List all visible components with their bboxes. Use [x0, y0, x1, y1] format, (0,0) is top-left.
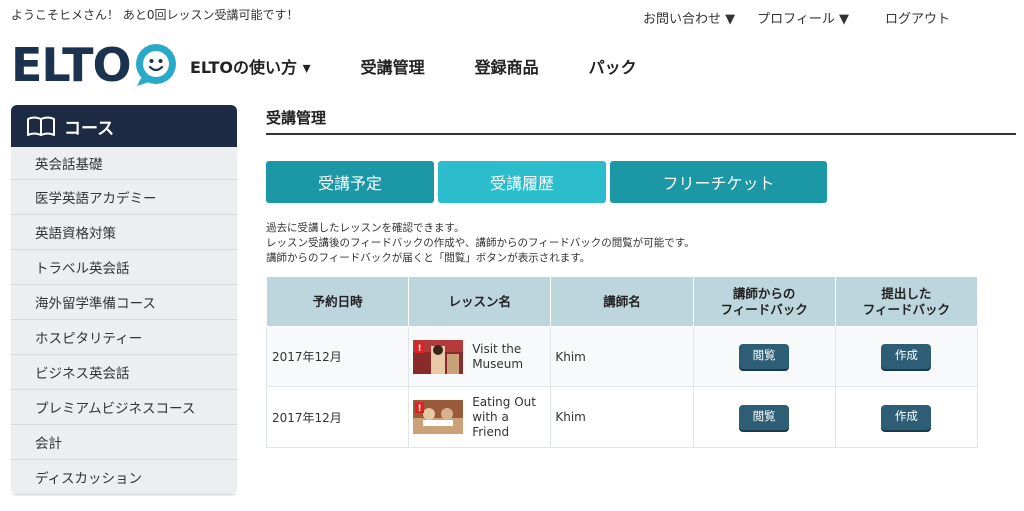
smiley-face-icon: [135, 44, 176, 86]
book-icon: [27, 116, 55, 136]
sidebar-item-hospitality[interactable]: ホスピタリティー: [11, 320, 237, 355]
elto-logo[interactable]: ELTO: [11, 40, 179, 90]
nav-lesson-management[interactable]: 受講管理: [361, 54, 425, 78]
create-feedback-button[interactable]: 作成: [881, 344, 932, 369]
tab-free-ticket[interactable]: フリーチケット: [610, 161, 827, 203]
lesson-thumbnail-icon[interactable]: !: [413, 339, 464, 374]
description-line: 過去に受講したレッスンを確認できます。: [266, 222, 465, 234]
welcome-message: ようこそヒメさん！ あと0回レッスン受講可能です！: [11, 8, 299, 22]
top-nav: お問い合わせ ▼ プロフィール ▼ ログアウト: [643, 8, 972, 27]
col-teacher-feedback: 講師からの フィードバック: [692, 276, 836, 327]
col-date: 予約日時: [265, 276, 410, 327]
row-submitted-feedback: 作成: [834, 386, 979, 448]
nav-registered-products[interactable]: 登録商品: [475, 54, 539, 78]
sidebar-item-travel[interactable]: トラベル英会話: [11, 250, 237, 285]
sidebar-item-basic-english[interactable]: 英会話基礎: [11, 147, 237, 180]
sidebar-item-discussion[interactable]: ディスカッション: [11, 460, 237, 495]
nav-how-to-use[interactable]: ELTOの使い方 ▾: [190, 54, 311, 78]
description: 過去に受講したレッスンを確認できます。 レッスン受講後のフィードバックの作成や、…: [266, 221, 695, 266]
lesson-thumbnail-icon[interactable]: !: [413, 400, 464, 434]
row-teacher: Khim: [550, 386, 694, 448]
page-title: 受講管理: [266, 105, 1016, 135]
lesson-name-line3: Friend: [472, 424, 510, 439]
lesson-name-line1: Eating Out: [472, 394, 536, 409]
sidebar-item-medical-english[interactable]: 医学英語アカデミー: [11, 180, 237, 215]
tab-bar: 受講予定 受講履歴 フリーチケット: [266, 161, 831, 203]
view-feedback-button[interactable]: 閲覧: [739, 344, 790, 369]
col-submitted-feedback-line1: 提出した: [881, 285, 932, 301]
col-submitted-feedback: 提出した フィードバック: [834, 276, 979, 327]
create-feedback-button[interactable]: 作成: [881, 404, 932, 430]
col-teacher: 講師名: [550, 276, 694, 327]
profile-link[interactable]: プロフィール ▼: [757, 8, 849, 27]
row-teacher-feedback: 閲覧: [692, 326, 836, 387]
nav-pack[interactable]: パック: [589, 54, 637, 78]
lesson-name[interactable]: Visit the Museum: [472, 342, 523, 372]
sidebar-item-accounting[interactable]: 会計: [11, 425, 237, 460]
lesson-history-table: 予約日時 レッスン名 講師名 講師からの フィードバック 提出した フィードバッ…: [265, 276, 979, 448]
sidebar-header: コース: [11, 105, 237, 147]
table-row: 2017年12月 ! Visit the Museum Khim 閲覧 作成: [265, 326, 979, 387]
row-lesson: ! Visit the Museum: [408, 326, 552, 387]
svg-text:!: !: [418, 344, 422, 354]
col-lesson: レッスン名: [408, 276, 552, 327]
main-content: 受講管理 受講予定 受講履歴 フリーチケット 過去に受講したレッスンを確認できま…: [265, 105, 1016, 448]
row-lesson: ! Eating Out with a Friend: [408, 386, 552, 448]
tab-scheduled[interactable]: 受講予定: [266, 161, 434, 203]
row-teacher-feedback: 閲覧: [692, 386, 836, 448]
contact-link[interactable]: お問い合わせ ▼: [643, 8, 735, 27]
table-header-row: 予約日時 レッスン名 講師名 講師からの フィードバック 提出した フィードバッ…: [265, 276, 979, 327]
col-submitted-feedback-line2: フィードバック: [862, 301, 950, 317]
main-nav: ELTOの使い方 ▾ 受講管理 登録商品 パック: [190, 54, 687, 78]
sidebar-item-study-abroad[interactable]: 海外留学準備コース: [11, 285, 237, 320]
course-sidebar: コース 英会話基礎 医学英語アカデミー 英語資格対策 トラベル英会話 海外留学準…: [11, 105, 237, 496]
logout-link[interactable]: ログアウト: [885, 8, 950, 27]
col-teacher-feedback-line2: フィードバック: [720, 301, 808, 317]
lesson-name-line2: Museum: [472, 356, 524, 371]
row-date: 2017年12月: [265, 326, 410, 387]
col-teacher-feedback-line1: 講師からの: [732, 285, 796, 301]
row-date: 2017年12月: [265, 386, 410, 448]
svg-text:!: !: [418, 404, 422, 414]
sidebar-item-premium-business[interactable]: プレミアムビジネスコース: [11, 390, 237, 425]
description-line: 講師からのフィードバックが届くと「閲覧」ボタンが表示されます。: [266, 252, 591, 264]
table-row: 2017年12月 ! Eating Out with a Friend Khim…: [265, 386, 979, 448]
row-teacher: Khim: [550, 326, 694, 387]
lesson-name-line1: Visit the: [472, 341, 522, 356]
logo-text: ELTO: [11, 38, 132, 92]
lesson-name-line2: with a: [472, 409, 509, 424]
sidebar-items: 英会話基礎 医学英語アカデミー 英語資格対策 トラベル英会話 海外留学準備コース…: [11, 147, 237, 495]
sidebar-title: コース: [64, 118, 115, 139]
view-feedback-button[interactable]: 閲覧: [739, 404, 790, 430]
lesson-name[interactable]: Eating Out with a Friend: [472, 395, 536, 440]
sidebar-item-business[interactable]: ビジネス英会話: [11, 355, 237, 390]
row-submitted-feedback: 作成: [834, 326, 979, 387]
description-line: レッスン受講後のフィードバックの作成や、講師からのフィードバックの閲覧が可能です…: [266, 237, 695, 249]
tab-history[interactable]: 受講履歴: [438, 161, 606, 203]
sidebar-item-qualification[interactable]: 英語資格対策: [11, 215, 237, 250]
